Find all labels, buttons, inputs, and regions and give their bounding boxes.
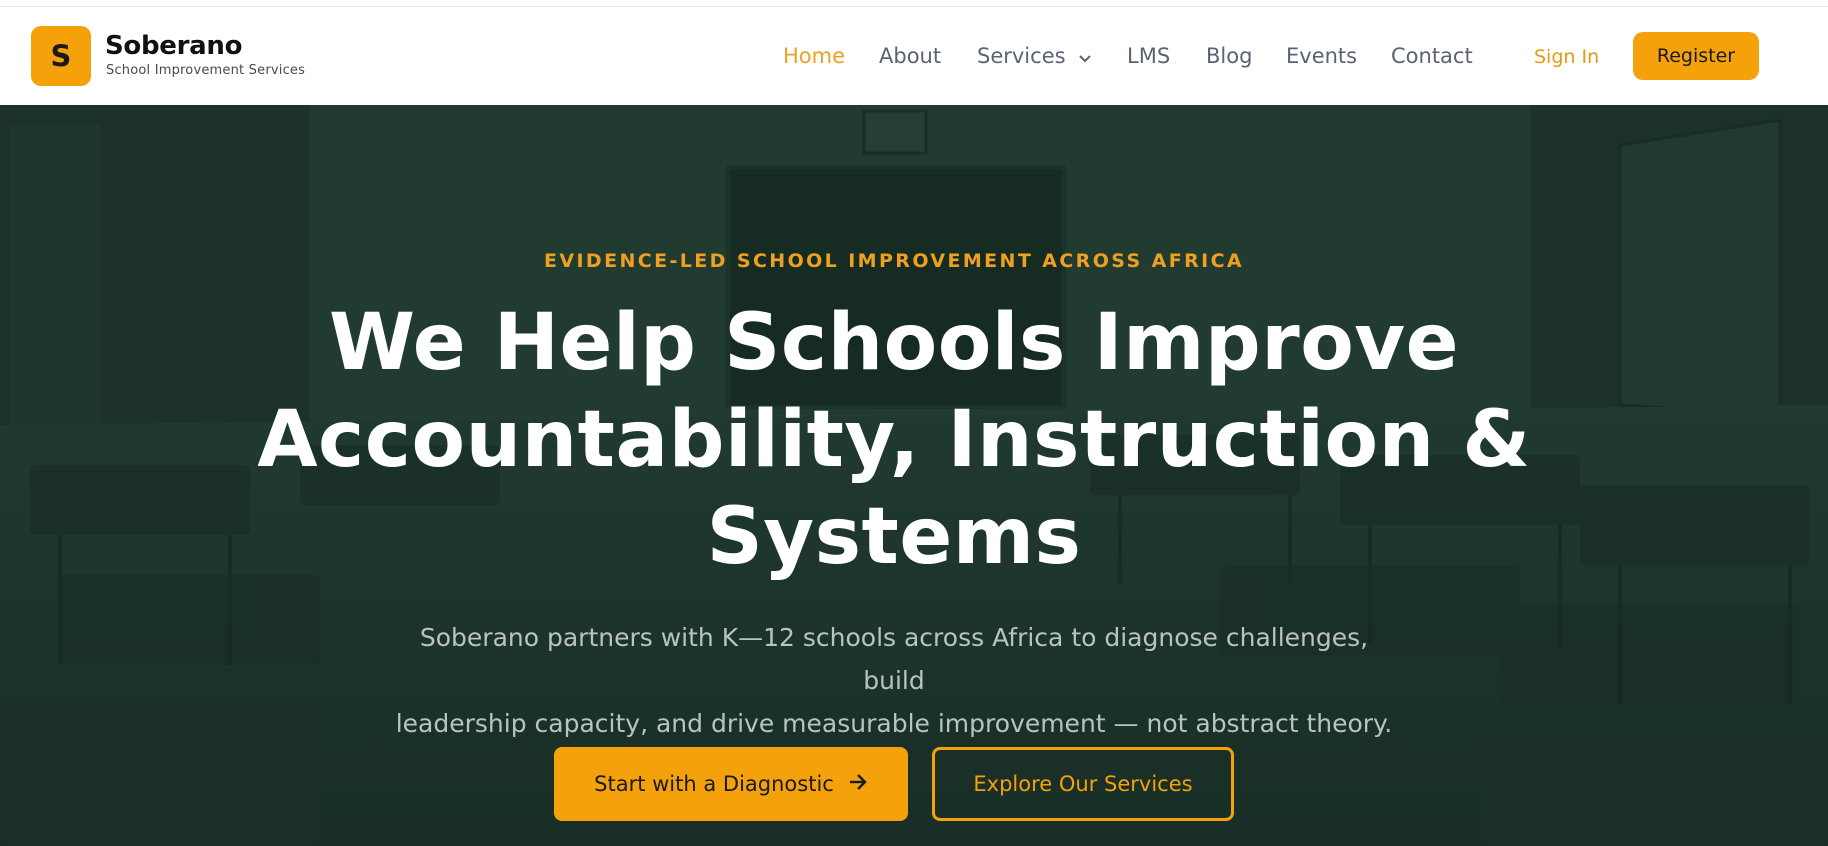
logo-letter: S xyxy=(50,39,72,73)
chevron-down-icon xyxy=(1078,44,1092,70)
nav-item-blog[interactable]: Blog xyxy=(1206,43,1252,69)
brand-tagline: School Improvement Services xyxy=(106,63,306,78)
hero-subtext: Soberano partners with K—12 schools acro… xyxy=(394,616,1394,745)
site-header: S Soberano School Improvement Services H… xyxy=(0,7,1828,105)
nav-item-lms[interactable]: LMS xyxy=(1127,43,1170,69)
nav-item-services[interactable]: Services xyxy=(977,43,1092,69)
nav-item-services-label: Services xyxy=(977,44,1066,68)
logo-badge[interactable]: S xyxy=(31,26,91,86)
explore-services-button[interactable]: Explore Our Services xyxy=(932,747,1234,821)
top-border xyxy=(0,0,1828,7)
nav-item-about[interactable]: About xyxy=(879,43,941,69)
nav-item-home[interactable]: Home xyxy=(783,43,845,69)
nav-item-contact[interactable]: Contact xyxy=(1391,43,1473,69)
nav-item-events[interactable]: Events xyxy=(1286,43,1357,69)
brand-name[interactable]: Soberano xyxy=(105,33,242,59)
start-diagnostic-label: Start with a Diagnostic xyxy=(594,772,834,796)
hero-eyebrow: EVIDENCE-LED SCHOOL IMPROVEMENT ACROSS A… xyxy=(543,250,1245,272)
hero-section: EVIDENCE-LED SCHOOL IMPROVEMENT ACROSS A… xyxy=(0,105,1828,846)
sign-in-link[interactable]: Sign In xyxy=(1534,44,1599,70)
hero-subtext-line-1: Soberano partners with K—12 schools acro… xyxy=(419,623,1369,695)
start-diagnostic-button[interactable]: Start with a Diagnostic xyxy=(554,747,908,821)
hero-headline-line-1: We Help Schools Improve xyxy=(328,298,1460,388)
register-button[interactable]: Register xyxy=(1633,32,1759,80)
hero-subtext-line-2: leadership capacity, and drive measurabl… xyxy=(395,709,1393,738)
hero-headline-line-2: Accountability, Instruction & xyxy=(257,395,1531,485)
hero-headline: We Help Schools Improve Accountability, … xyxy=(214,295,1574,586)
arrow-right-icon xyxy=(848,772,868,796)
hero-headline-line-3: Systems xyxy=(706,492,1082,582)
